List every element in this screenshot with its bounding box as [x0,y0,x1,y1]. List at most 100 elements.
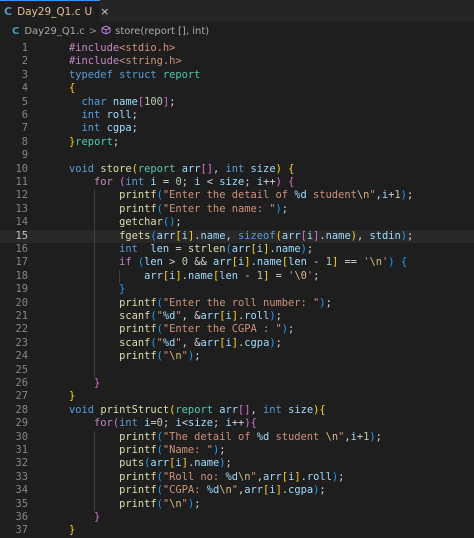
code-line[interactable]: 26 } [0,377,474,390]
code-token: %d [294,189,307,202]
code-line[interactable]: 14 getchar(); [0,216,474,229]
tab-bar: C Day29_Q1.c U × [0,0,474,22]
code-line[interactable]: 7 int cgpa; [0,122,474,135]
line-number: 18 [15,269,28,282]
code-token: %d [256,430,270,443]
code-token: name [112,95,138,108]
code-line[interactable]: 23 scanf("%d", &arr[i].cgpa); [0,337,474,350]
code-line[interactable]: 29 for(int i=0; i<size; i++){ [0,417,474,430]
code-line[interactable]: 22 printf("Enter the CGPA : "); [0,323,474,336]
breadcrumb-symbol[interactable]: store(report [], int) [115,26,209,37]
code-line[interactable]: 3 typedef struct report [0,69,474,82]
code-token: store [100,162,132,175]
code-text: if (len > 0 && arr[i].name[len - 1] == '… [44,256,407,269]
code-token: \n [237,470,251,483]
code-line[interactable]: 1 #include<stdio.h> [0,42,474,55]
line-number: 12 [15,189,28,202]
code-token: arr [219,403,239,416]
code-token: int [225,162,245,175]
line-number: 35 [15,497,28,510]
code-line[interactable]: 30 printf("The detail of %d student \n",… [0,431,474,444]
code-token: report [162,68,201,81]
line-number: 6 [21,109,28,121]
code-line[interactable]: 24 printf("\n"); [0,350,474,363]
code-editor[interactable]: 1 #include<stdio.h> 2 #include<string.h> 3… [0,40,474,537]
code-line[interactable]: 28 void printStruct(report arr[], int si… [0,404,474,417]
code-token: ; [275,310,282,322]
code-token: printf [119,470,157,483]
code-token: [] [200,162,213,175]
code-token: arr [212,256,232,269]
tab-day29-q1[interactable]: C Day29_Q1.c U × [0,0,109,22]
code-line[interactable]: 13 printf("Enter the name: "); [0,203,474,216]
indent-guide [119,269,121,284]
code-token: ; [338,470,345,483]
line-number: 13 [15,202,28,215]
code-token: strlen [187,243,226,255]
code-token: fgets [119,229,151,242]
code-token: "Enter the roll number: " [162,296,320,309]
code-token: ; [325,296,332,309]
breadcrumb: C Day29_Q1.c > store(report [], int) [0,22,474,40]
code-line[interactable]: 27 } [0,390,474,403]
code-line[interactable]: 20 printf("Enter the roll number: "); [0,297,474,310]
line-number: 30 [15,430,28,443]
code-line[interactable]: 4 { [0,82,474,95]
code-token: \n [325,430,339,443]
code-line[interactable]: 15 fgets(arr[i].name, sizeof(arr[i].name… [0,229,474,243]
close-icon[interactable]: × [100,5,109,18]
code-token: ; [194,497,201,510]
code-line[interactable]: 25 [0,364,474,377]
code-token: ; [313,269,320,282]
line-number: 7 [21,122,28,135]
code-token: size [219,176,245,188]
code-line[interactable]: 19 } [0,283,474,296]
code-token: arr [144,269,163,282]
code-token: , [225,229,239,242]
code-line[interactable]: 35 printf("\n"); [0,498,474,511]
code-line[interactable]: 31 printf("Name: "); [0,444,474,457]
code-line[interactable]: 36 } [0,511,474,524]
code-token: len [219,269,239,282]
code-line[interactable]: 37 } [0,524,474,537]
code-line[interactable]: 6 int roll; [0,109,474,122]
code-text: scanf("%d", &arr[i].cgpa); [44,337,282,350]
code-token: int [119,243,138,255]
code-line[interactable]: 17 if (len > 0 && arr[i].name[len - 1] =… [0,256,474,269]
code-line[interactable]: 34 printf("CGPA: %d\n",arr[i].cgpa); [0,484,474,497]
code-token: \n [219,484,232,497]
code-line[interactable]: 10 void store(report arr[], int size) { [0,163,474,176]
code-token: , [250,403,264,416]
code-line[interactable]: 18 arr[i].name[len - 1] = '\0'; [0,270,474,283]
breadcrumb-file[interactable]: Day29_Q1.c [24,26,84,37]
code-line[interactable]: 9 [0,149,474,162]
code-token: char [81,95,107,108]
code-line[interactable]: 33 printf("Roll no: %d\n",arr[i].roll); [0,471,474,484]
code-line[interactable]: 8 }report; [0,136,474,149]
code-token: < [200,176,220,188]
code-token: \n [356,189,370,202]
code-line[interactable]: 5 char name[100]; [0,96,474,109]
code-line[interactable]: 11 for (int i = 0; i < size; i++) { [0,176,474,189]
line-number: 14 [15,216,28,229]
code-token: void [69,403,95,416]
line-number: 3 [21,68,28,81]
code-token: getchar [119,216,163,229]
code-line[interactable]: 16 int len = strlen(arr[i].name); [0,243,474,256]
code-line[interactable]: 21 scanf("%d", &arr[i].roll); [0,310,474,323]
code-line[interactable]: 2 #include<string.h> [0,55,474,68]
code-token: "CGPA: [162,484,207,497]
code-token: { [288,176,295,188]
code-line[interactable]: 32 puts(arr[i].name); [0,457,474,470]
line-number: 16 [15,243,28,255]
code-line[interactable]: 12 printf("Enter the detail of %d studen… [0,189,474,202]
